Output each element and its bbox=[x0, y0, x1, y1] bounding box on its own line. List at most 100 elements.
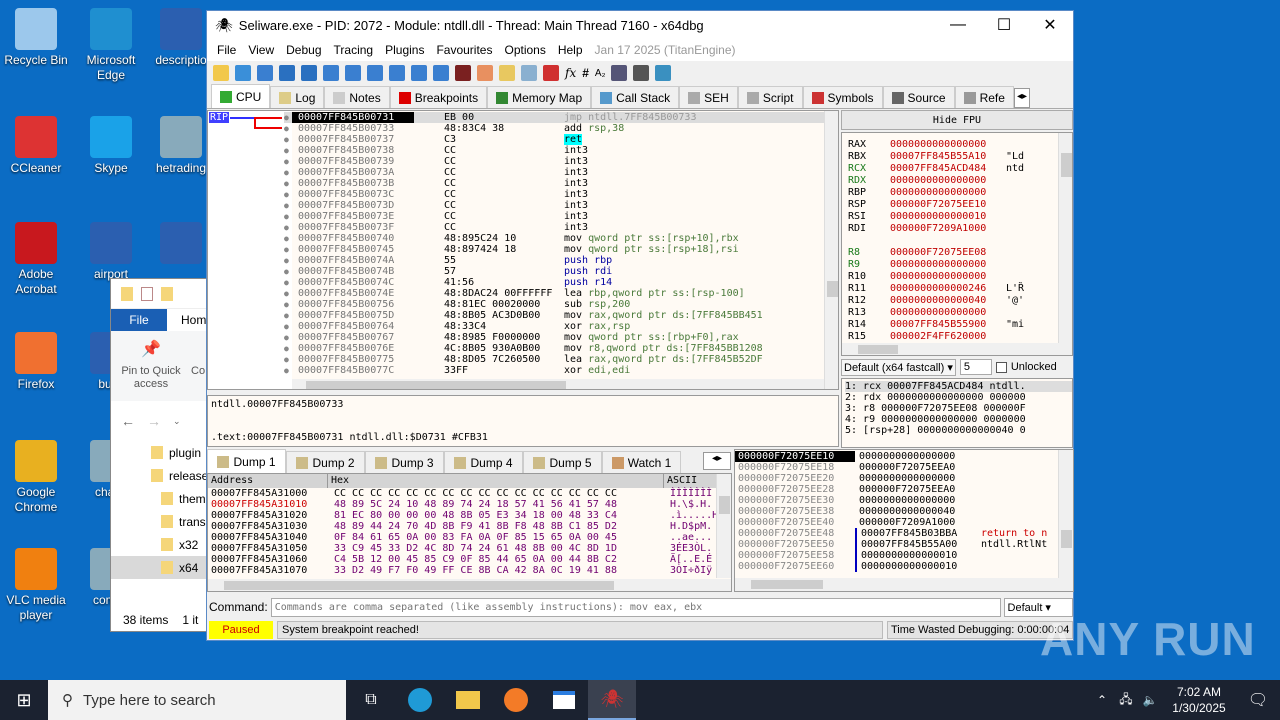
disassembly-row[interactable]: ● 00007FF845B00767 48:8985 F0000000 mov qwo… bbox=[284, 332, 824, 343]
disassembly-row[interactable]: ● 00007FF845B0073F CC int3 bbox=[284, 222, 824, 233]
register-row[interactable] bbox=[848, 235, 1072, 247]
close-button[interactable]: ✕ bbox=[1027, 15, 1073, 35]
register-row[interactable]: RSP 000000F72075EE10 bbox=[848, 199, 1072, 211]
disassembly-row[interactable]: ● 00007FF845B00745 48:897424 18 mov qword p… bbox=[284, 244, 824, 255]
register-row[interactable]: R15 000002F4FF620000 bbox=[848, 331, 1072, 343]
disassembly-scrollbar[interactable] bbox=[824, 111, 838, 389]
ascii-header[interactable]: ASCII bbox=[664, 474, 697, 488]
disassembly-row[interactable]: ● 00007FF845B00731 EB 00 jmp ntdll.7FF845B0… bbox=[284, 112, 824, 123]
register-value[interactable]: 0000000000000000 bbox=[890, 139, 1006, 151]
register-row[interactable]: RDI 000000F7209A1000 bbox=[848, 223, 1072, 235]
breakpoint-dot[interactable]: ● bbox=[284, 145, 292, 156]
register-row[interactable]: RBP 0000000000000000 bbox=[848, 187, 1072, 199]
breakpoint-dot[interactable]: ● bbox=[284, 200, 292, 211]
disassembly-row[interactable]: ● 00007FF845B0074C 41:56 push r14 bbox=[284, 277, 824, 288]
stack-row[interactable]: 000000F72075EE20 0000000000000000 bbox=[735, 473, 1073, 484]
register-value[interactable]: 0000000000000010 bbox=[890, 211, 1006, 223]
registers-hscroll[interactable] bbox=[842, 343, 1072, 355]
pause-icon[interactable] bbox=[301, 65, 317, 81]
stack-hscroll[interactable] bbox=[735, 578, 1073, 591]
menu-help[interactable]: Help bbox=[552, 43, 589, 57]
stack-row[interactable]: 000000F72075EE58 0000000000000010 bbox=[735, 550, 1073, 561]
dump-row[interactable]: 00007FF845A31030 48 89 44 24 70 4D 8B F9 … bbox=[211, 521, 731, 532]
command-input[interactable] bbox=[270, 597, 1001, 617]
breakpoint-dot[interactable]: ● bbox=[284, 167, 292, 178]
stack-row[interactable]: 000000F72075EE10 0000000000000000 bbox=[735, 451, 1073, 462]
menu-plugins[interactable]: Plugins bbox=[379, 43, 430, 57]
disassembly-row[interactable]: ● 00007FF845B0073D CC int3 bbox=[284, 200, 824, 211]
calculator-icon[interactable] bbox=[633, 65, 650, 81]
disassembly-row[interactable]: ● 00007FF845B00764 48:33C4 xor rax,rsp bbox=[284, 321, 824, 332]
register-row[interactable]: R13 0000000000000000 bbox=[848, 307, 1072, 319]
breakpoint-dot[interactable]: ● bbox=[284, 321, 292, 332]
dump-tab-4[interactable]: Dump 4 bbox=[444, 451, 523, 473]
dump-tab-6[interactable]: Watch 1 bbox=[602, 451, 681, 473]
stack-row[interactable]: 000000F72075EE40 000000F7209A1000 bbox=[735, 517, 1073, 528]
register-row[interactable]: RCX 00007FF845ACD484 ntd bbox=[848, 163, 1072, 175]
dump-row[interactable]: 00007FF845A31020 81 EC 80 00 00 00 48 8B … bbox=[211, 510, 731, 521]
registers-view[interactable]: RAX 0000000000000000 RBX 00007FF845B55A10 "L… bbox=[841, 132, 1073, 356]
disassembly-row[interactable]: ● 00007FF845B0077C 33FF xor edi,edi bbox=[284, 365, 824, 376]
run-icon[interactable] bbox=[279, 65, 295, 81]
menu-favourites[interactable]: Favourites bbox=[430, 43, 498, 57]
argument-row[interactable]: 5: [rsp+28] 0000000000000040 0 bbox=[845, 425, 1072, 436]
register-row[interactable]: R12 0000000000000040 '@' bbox=[848, 295, 1072, 307]
task-view-button[interactable]: ⧉ bbox=[346, 691, 396, 709]
breakpoint-dot[interactable]: ● bbox=[284, 255, 292, 266]
folder-item[interactable]: them bbox=[111, 487, 209, 510]
dump-row[interactable]: 00007FF845A31000 CC CC CC CC CC CC CC CC … bbox=[211, 488, 731, 499]
register-value[interactable]: 0000000000000000 bbox=[890, 307, 1006, 319]
menu-file[interactable]: File bbox=[211, 43, 242, 57]
register-row[interactable]: R14 00007FF845B55900 "mi bbox=[848, 319, 1072, 331]
patch-icon[interactable] bbox=[477, 65, 493, 81]
disassembly-row[interactable]: ● 00007FF845B00738 CC int3 bbox=[284, 145, 824, 156]
argument-row[interactable]: 2: rdx 0000000000000000 000000 bbox=[845, 392, 1072, 403]
execute-till-return-icon[interactable] bbox=[411, 65, 427, 81]
breakpoint-dot[interactable]: ● bbox=[284, 178, 292, 189]
tab-log[interactable]: Log bbox=[270, 86, 325, 108]
back-icon[interactable]: ← bbox=[121, 413, 135, 429]
disassembly-view[interactable]: RIP ● 00007FF845B00731 EB 00 jmp ntdll.7FF8… bbox=[207, 110, 839, 390]
disassembly-row[interactable]: ● 00007FF845B0074A 55 push rbp bbox=[284, 255, 824, 266]
breakpoint-dot[interactable]: ● bbox=[284, 266, 292, 277]
dump-scrollbar[interactable] bbox=[716, 474, 731, 578]
tab-symbols[interactable]: Symbols bbox=[802, 86, 883, 108]
taskbar-firefox[interactable] bbox=[492, 688, 540, 712]
desktop-icon[interactable]: Adobe Acrobat bbox=[0, 222, 72, 297]
register-value[interactable] bbox=[890, 235, 1006, 247]
desktop-icon[interactable]: Skype bbox=[75, 116, 147, 176]
register-value[interactable]: 00007FF845B55A10 bbox=[890, 151, 1006, 163]
folder-item[interactable]: plugin bbox=[111, 441, 209, 464]
breakpoint-dot[interactable]: ● bbox=[284, 299, 292, 310]
argument-count-spinner[interactable]: 5 bbox=[959, 359, 992, 375]
register-value[interactable]: 0000000000000000 bbox=[890, 175, 1006, 187]
copy-button[interactable]: Co bbox=[191, 365, 205, 377]
function-icon[interactable]: fx bbox=[565, 66, 576, 80]
disassembly-row[interactable]: ● 00007FF845B0074B 57 push rdi bbox=[284, 266, 824, 277]
address-header[interactable]: Address bbox=[208, 474, 328, 488]
register-value[interactable]: 0000000000000000 bbox=[890, 187, 1006, 199]
desktop-icon[interactable]: CCleaner bbox=[0, 116, 72, 176]
new-folder-icon[interactable] bbox=[161, 286, 173, 301]
tab-script[interactable]: Script bbox=[737, 86, 803, 108]
label-icon[interactable] bbox=[521, 65, 537, 81]
stack-row[interactable]: 000000F72075EE50 00007FF845B55A00 ntdll.Rt… bbox=[735, 539, 1073, 550]
tab-seh[interactable]: SEH bbox=[679, 86, 738, 108]
breakpoint-dot[interactable]: ● bbox=[284, 288, 292, 299]
maximize-button[interactable]: ☐ bbox=[981, 15, 1027, 35]
stack-view[interactable]: 000000F72075EE10 0000000000000000 000000F7… bbox=[734, 449, 1074, 592]
disassembly-row[interactable]: ● 00007FF845B00775 48:8D05 7C260500 lea rax… bbox=[284, 354, 824, 365]
disassembly-row[interactable]: ● 00007FF845B0073B CC int3 bbox=[284, 178, 824, 189]
taskbar-edge[interactable] bbox=[396, 688, 444, 712]
register-row[interactable]: RBX 00007FF845B55A10 "Ld bbox=[848, 151, 1072, 163]
desktop-icon[interactable]: Recycle Bin bbox=[0, 8, 72, 68]
hash-icon[interactable]: # bbox=[582, 66, 589, 80]
step-over-icon[interactable] bbox=[345, 65, 361, 81]
stack-scrollbar[interactable] bbox=[1058, 450, 1073, 578]
tab-scroll-arrows[interactable]: ◂▸ bbox=[1013, 88, 1030, 108]
disassembly-row[interactable]: ● 00007FF845B00737 C3 ret bbox=[284, 134, 824, 145]
breakpoint-dot[interactable]: ● bbox=[284, 156, 292, 167]
breakpoint-dot[interactable]: ● bbox=[284, 112, 292, 123]
breakpoint-dot[interactable]: ● bbox=[284, 244, 292, 255]
stop-icon[interactable] bbox=[257, 65, 273, 81]
